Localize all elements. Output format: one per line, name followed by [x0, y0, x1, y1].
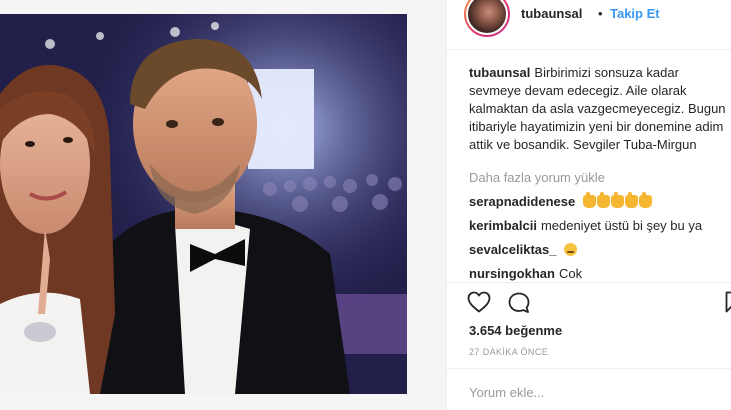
- comment-text: Cok: [558, 266, 583, 281]
- comment-username[interactable]: kerimbalcii: [469, 218, 537, 233]
- comment-bubble-icon[interactable]: [507, 291, 531, 320]
- comment-item: kerimbalcii medeniyet üstü bi şey bu ya: [469, 217, 729, 235]
- post-timestamp[interactable]: 27 DAKİKA ÖNCE: [469, 347, 548, 357]
- comment-username[interactable]: nursingokhan: [469, 266, 555, 281]
- add-comment-input[interactable]: [469, 380, 719, 404]
- header-username[interactable]: tubaunsal: [521, 6, 582, 21]
- caption-username[interactable]: tubaunsal: [469, 65, 530, 80]
- sad-face-emoji-icon: [564, 243, 578, 256]
- comment-item: sevalceliktas_: [469, 241, 729, 259]
- likes-count[interactable]: 3.654 beğenme: [469, 323, 562, 338]
- header-separator: •: [598, 6, 603, 21]
- photo-panel: [0, 0, 446, 410]
- action-bar: [467, 291, 731, 315]
- divider: [447, 368, 731, 369]
- post-photo[interactable]: [0, 14, 407, 394]
- comment-username[interactable]: sevalceliktas_: [469, 242, 556, 257]
- comment-text: medeniyet üstü bi şey bu ya: [540, 218, 703, 233]
- load-more-comments-link[interactable]: Daha fazla yorum yükle: [469, 169, 729, 187]
- post-header: tubaunsal • Takip Et: [447, 0, 731, 50]
- comment-item: serapnadidenese: [469, 192, 729, 211]
- avatar[interactable]: [464, 0, 510, 37]
- selfie-illustration: [0, 14, 407, 394]
- avatar-image: [466, 0, 508, 35]
- comment-username[interactable]: serapnadidenese: [469, 194, 575, 209]
- heart-icon[interactable]: [467, 291, 491, 318]
- comments-section: tubaunsal Birbirimizi sonsuza kadar sevme…: [469, 64, 729, 283]
- post-side-panel: tubaunsal • Takip Et tubaunsal Birbirimiz…: [446, 0, 731, 410]
- follow-button[interactable]: Takip Et: [610, 6, 660, 21]
- bookmark-icon[interactable]: [725, 291, 731, 318]
- divider: [447, 282, 731, 283]
- clap-hands-emoji-icon: [582, 192, 653, 209]
- instagram-post-view: tubaunsal • Takip Et tubaunsal Birbirimiz…: [0, 0, 731, 410]
- comment-item: nursingokhan Cok: [469, 265, 729, 283]
- caption: tubaunsal Birbirimizi sonsuza kadar sevme…: [469, 64, 729, 154]
